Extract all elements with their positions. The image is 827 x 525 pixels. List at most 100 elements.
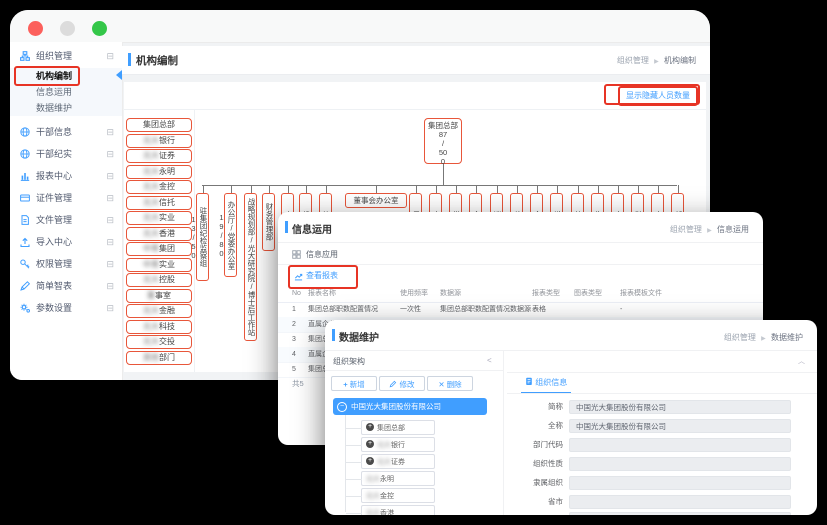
expand-node-icon[interactable]: + (366, 457, 374, 465)
breadcrumb-current: 数据维护 (771, 333, 803, 342)
short-name-field[interactable]: 中国光大集团股份有限公司 (569, 400, 791, 414)
org-list-node[interactable]: 中青集团 (126, 242, 192, 256)
tree-node[interactable]: 光大金控 (361, 488, 435, 503)
collapse-icon[interactable]: ⊟ (106, 232, 114, 252)
minimize-window-button[interactable] (60, 21, 75, 36)
breadcrumb-arrow-icon: ▶ (654, 59, 659, 65)
maximize-window-button[interactable] (92, 21, 107, 36)
sidebar-item-label: 报表中心 (36, 166, 72, 186)
pencil-icon (389, 380, 397, 388)
sidebar-item-data-maintenance[interactable]: 数据维护 (10, 100, 122, 116)
org-root-node[interactable]: 集团总部 87 / 50 0 (424, 118, 462, 164)
org-list-node[interactable]: 中青实业 (126, 258, 192, 272)
breadcrumb-parent[interactable]: 组织管理 (670, 225, 702, 234)
org-list-node[interactable]: 光大交投 (126, 335, 192, 349)
sidebar-item-label: 参数设置 (36, 298, 72, 318)
collapse-panel-icon[interactable]: < (487, 356, 492, 365)
parent-org-field[interactable] (569, 476, 791, 490)
sidebar-item-import-center[interactable]: 导入中心 ⊟ (10, 232, 122, 252)
collapse-icon[interactable]: ⊟ (106, 166, 114, 186)
document-icon (20, 215, 30, 225)
sidebar-item-org-management[interactable]: 组织管理 ⊟ (10, 46, 122, 66)
sidebar-item-label: 文件管理 (36, 210, 72, 230)
org-child-node[interactable]: 办公厅/党委办公室19/80 (224, 193, 237, 277)
collapse-icon[interactable]: ⊟ (106, 210, 114, 230)
column-header[interactable]: 数据源 (440, 286, 461, 302)
column-header[interactable]: 报表类型 (532, 286, 560, 302)
collapse-icon[interactable]: ⊟ (106, 188, 114, 208)
sidebar-item-certificate-management[interactable]: 证件管理 ⊟ (10, 188, 122, 208)
table-row[interactable]: 1 集团总部职数配置情况 一次性 集团总部职数配置情况数据源 表格 - (278, 302, 763, 318)
tree-node[interactable]: +光大证券 (361, 454, 435, 469)
collapse-icon[interactable]: ⊟ (106, 254, 114, 274)
collapse-panel-icon[interactable]: ︿ (798, 356, 805, 366)
sidebar-item-label: 权限管理 (36, 254, 72, 274)
edit-button[interactable]: 修改 (379, 376, 425, 391)
tree-node[interactable]: +光大银行 (361, 437, 435, 452)
province-city-field[interactable] (569, 495, 791, 509)
sidebar-item-permission-management[interactable]: 权限管理 ⊟ (10, 254, 122, 274)
column-header[interactable]: 报表名称 (308, 286, 336, 302)
org-list-node[interactable]: 光大信托 (126, 196, 192, 210)
breadcrumb-current: 机构编制 (664, 56, 696, 65)
org-list-node[interactable]: 董事室 (126, 289, 192, 303)
breadcrumb: 组织管理 ▶ 机构编制 (617, 55, 696, 66)
org-list-node[interactable]: 其他部门 (126, 351, 192, 365)
sidebar-item-cadre-record[interactable]: 干部纪实 ⊟ (10, 144, 122, 164)
form-field-partial[interactable] (569, 512, 791, 515)
org-list-node[interactable]: 光大科技 (126, 320, 192, 334)
breadcrumb-parent[interactable]: 组织管理 (724, 333, 756, 342)
column-header[interactable]: No (292, 286, 301, 302)
view-report-button[interactable]: 查看报表 (306, 269, 338, 283)
tab-org-info[interactable]: 组织信息 (521, 375, 571, 394)
delete-button[interactable]: ✕ 删除 (427, 376, 473, 391)
org-list-node[interactable]: 光大实业 (126, 211, 192, 225)
org-list-node[interactable]: 光大永明 (126, 165, 192, 179)
divider (124, 109, 706, 110)
add-button[interactable]: + 新增 (331, 376, 377, 391)
org-child-node[interactable]: 财务管理部 (262, 193, 275, 251)
column-header[interactable]: 报表模板文件 (620, 286, 662, 302)
tree-root-node[interactable]: − 中国光大集团股份有限公司 (333, 398, 487, 415)
sidebar-item-info-application[interactable]: 信息运用 (10, 84, 122, 100)
close-window-button[interactable] (28, 21, 43, 36)
tree-node[interactable]: 光大香港 (361, 505, 435, 515)
show-hidden-count-button[interactable]: 显示隐藏人员数量 (618, 86, 698, 106)
expand-node-icon[interactable]: + (366, 440, 374, 448)
column-header[interactable]: 使用频率 (400, 286, 428, 302)
expand-node-icon[interactable]: + (366, 423, 374, 431)
org-list-node[interactable]: 集团总部 (126, 118, 192, 132)
full-name-field[interactable]: 中国光大集团股份有限公司 (569, 419, 791, 433)
collapse-icon[interactable]: ⊟ (106, 298, 114, 318)
org-list-node[interactable]: 光大证券 (126, 149, 192, 163)
section-title: 信息应用 (306, 249, 338, 260)
org-child-node[interactable]: 战略规划部/光大研究院/博士后工作站 (244, 193, 257, 341)
org-list-node[interactable]: 光大控股 (126, 273, 192, 287)
sidebar-item-cadre-info[interactable]: 干部信息 ⊟ (10, 122, 122, 142)
sidebar-item-org-compilation[interactable]: 机构编制 (10, 68, 122, 84)
sidebar-item-simple-smart-table[interactable]: 简单智表 ⊟ (10, 276, 122, 296)
org-list-node[interactable]: 光大金控 (126, 180, 192, 194)
page-header: 机构编制 组织管理 ▶ 机构编制 (122, 46, 710, 75)
sidebar-item-parameter-settings[interactable]: 参数设置 ⊟ (10, 298, 122, 318)
sidebar-item-report-center[interactable]: 报表中心 ⊟ (10, 166, 122, 186)
collapse-icon[interactable]: ⊟ (106, 122, 114, 142)
collapse-icon[interactable]: ⊟ (106, 46, 114, 66)
divider (507, 393, 817, 394)
collapse-icon[interactable]: ⊟ (106, 276, 114, 296)
sidebar-item-label: 干部信息 (36, 122, 72, 142)
sidebar-item-file-management[interactable]: 文件管理 ⊟ (10, 210, 122, 230)
column-header[interactable]: 图表类型 (574, 286, 602, 302)
breadcrumb-parent[interactable]: 组织管理 (617, 56, 649, 65)
department-code-field[interactable] (569, 438, 791, 452)
collapse-node-icon[interactable]: − (337, 402, 347, 412)
tree-node[interactable]: +集团总部 (361, 420, 435, 435)
org-list-node[interactable]: 光大银行 (126, 134, 192, 148)
org-list-node[interactable]: 光大金融 (126, 304, 192, 318)
org-list-node[interactable]: 光大香港 (126, 227, 192, 241)
collapse-icon[interactable]: ⊟ (106, 144, 114, 164)
org-nature-field[interactable] (569, 457, 791, 471)
org-child-node[interactable]: 驻集团纪检监察组13/50 (196, 193, 209, 281)
org-child-node[interactable]: 董事会办公室 (345, 193, 407, 208)
tree-node[interactable]: 光大永明 (361, 471, 435, 486)
